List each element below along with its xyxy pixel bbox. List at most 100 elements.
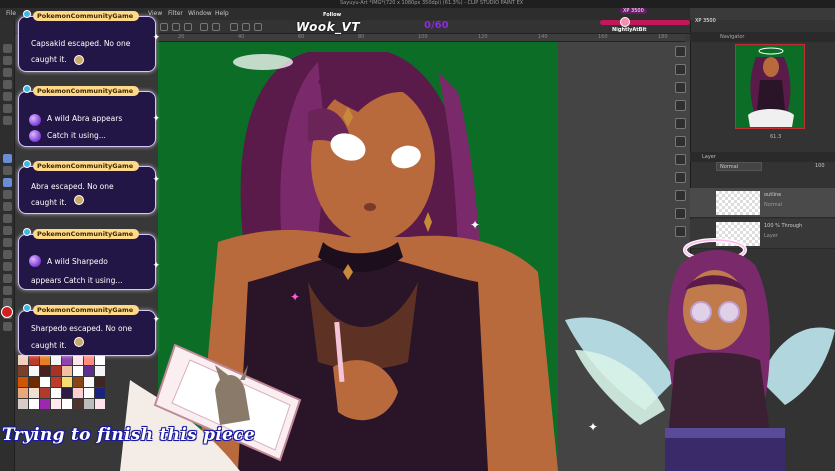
redo-icon[interactable] (212, 23, 220, 31)
color-swatch[interactable] (51, 355, 61, 365)
color-swatch[interactable] (62, 377, 72, 387)
chat-text: caught it. (31, 55, 67, 64)
figure-tool-icon[interactable] (3, 262, 12, 271)
zoom-value[interactable]: 61.3 (770, 134, 781, 140)
frame-tool-icon[interactable] (3, 274, 12, 283)
menu-window[interactable]: Window (188, 10, 212, 17)
chat-username: PokemonCommunityGame (33, 11, 140, 21)
undo-icon[interactable] (200, 23, 208, 31)
color-swatch[interactable] (18, 388, 28, 398)
color-set-icon[interactable] (675, 172, 686, 183)
zoom-tool-icon[interactable] (3, 44, 12, 53)
color-swatch[interactable] (18, 399, 28, 409)
color-swatch[interactable] (84, 388, 94, 398)
chat-message: PokemonCommunityGame Capsakid escaped. N… (18, 10, 160, 72)
color-swatch[interactable] (84, 399, 94, 409)
color-swatch[interactable] (51, 377, 61, 387)
color-swatch[interactable] (95, 366, 105, 376)
color-swatch[interactable] (73, 399, 83, 409)
chat-message: PokemonCommunityGame A wild Abra appears… (18, 85, 160, 147)
operation-tool-icon[interactable] (3, 68, 12, 77)
menu-filter[interactable]: Filter (168, 10, 183, 17)
color-swatch[interactable] (84, 366, 94, 376)
opacity-value[interactable]: 100 (815, 163, 825, 169)
color-swatch[interactable] (73, 377, 83, 387)
menu-help[interactable]: Help (215, 10, 229, 17)
color-swatch[interactable] (51, 399, 61, 409)
blend-tool-icon[interactable] (3, 226, 12, 235)
auto-select-tool-icon[interactable] (3, 104, 12, 113)
color-swatch[interactable] (29, 377, 39, 387)
color-wheel-icon[interactable] (675, 136, 686, 147)
open-icon[interactable] (172, 23, 180, 31)
ruler-label: 40 (238, 34, 245, 40)
color-swatch[interactable] (73, 355, 83, 365)
stream-frame: Sayuyu-Art *IMG*(720 x 1080px 350dpi) (6… (0, 0, 835, 471)
eyedropper-tool-icon[interactable] (3, 116, 12, 125)
navigator-thumbnail (748, 47, 794, 127)
blend-mode-select[interactable]: Normal (716, 162, 762, 171)
color-swatch[interactable] (29, 399, 39, 409)
chat-text: A wild Sharpedo (47, 257, 108, 266)
color-slider-icon[interactable] (675, 154, 686, 165)
navigator-tab[interactable]: Navigator (690, 32, 835, 42)
color-swatch[interactable] (84, 355, 94, 365)
brush-tool-icon[interactable] (3, 178, 12, 187)
color-swatch[interactable] (62, 355, 72, 365)
menu-file[interactable]: File (6, 10, 16, 17)
brush-size-icon[interactable] (675, 118, 686, 129)
tool-property-icon[interactable] (675, 100, 686, 111)
color-swatch[interactable] (51, 366, 61, 376)
fill-tool-icon[interactable] (3, 238, 12, 247)
stream-caption: Trying to finish this piece (2, 425, 256, 445)
color-swatch[interactable] (18, 377, 28, 387)
sub-view-icon[interactable] (675, 64, 686, 75)
correct-line-tool-icon[interactable] (3, 322, 12, 331)
layer-property-icon[interactable] (675, 190, 686, 201)
color-swatch[interactable] (18, 366, 28, 376)
color-swatch[interactable] (73, 388, 83, 398)
color-swatch[interactable] (95, 399, 105, 409)
ruler-tool-icon[interactable] (3, 286, 12, 295)
main-color-swatch[interactable] (1, 306, 13, 318)
move-layer-tool-icon[interactable] (3, 80, 12, 89)
info-icon[interactable] (675, 82, 686, 93)
pencil-tool-icon[interactable] (3, 166, 12, 175)
select-all-icon[interactable] (254, 23, 262, 31)
decoration-tool-icon[interactable] (3, 202, 12, 211)
color-swatch[interactable] (95, 377, 105, 387)
color-swatch[interactable] (40, 377, 50, 387)
color-swatch[interactable] (40, 388, 50, 398)
color-swatch[interactable] (51, 388, 61, 398)
color-swatch[interactable] (29, 366, 39, 376)
save-icon[interactable] (184, 23, 192, 31)
color-swatch[interactable] (40, 355, 50, 365)
color-swatch[interactable] (84, 377, 94, 387)
color-swatch[interactable] (29, 355, 39, 365)
navigator-preview[interactable] (735, 44, 805, 129)
color-swatch[interactable] (62, 399, 72, 409)
tab-layer[interactable]: Layer (702, 154, 716, 160)
transform-icon[interactable] (242, 23, 250, 31)
sparkle-icon: ✦ (152, 315, 160, 325)
color-swatch[interactable] (29, 388, 39, 398)
new-icon[interactable] (160, 23, 168, 31)
pen-tool-icon[interactable] (3, 154, 12, 163)
clear-icon[interactable] (230, 23, 238, 31)
pokeball-icon (29, 255, 41, 267)
color-swatch[interactable] (40, 366, 50, 376)
move-tool-icon[interactable] (3, 56, 12, 65)
ruler-label: 100 (418, 34, 428, 40)
color-swatch[interactable] (62, 366, 72, 376)
color-swatch[interactable] (62, 388, 72, 398)
color-swatch[interactable] (95, 355, 105, 365)
selection-tool-icon[interactable] (3, 92, 12, 101)
eraser-tool-icon[interactable] (3, 214, 12, 223)
navigator-icon[interactable] (675, 46, 686, 57)
color-swatch[interactable] (95, 388, 105, 398)
gradient-tool-icon[interactable] (3, 250, 12, 259)
color-swatch[interactable] (40, 399, 50, 409)
color-swatch[interactable] (18, 355, 28, 365)
airbrush-tool-icon[interactable] (3, 190, 12, 199)
color-swatch[interactable] (73, 366, 83, 376)
